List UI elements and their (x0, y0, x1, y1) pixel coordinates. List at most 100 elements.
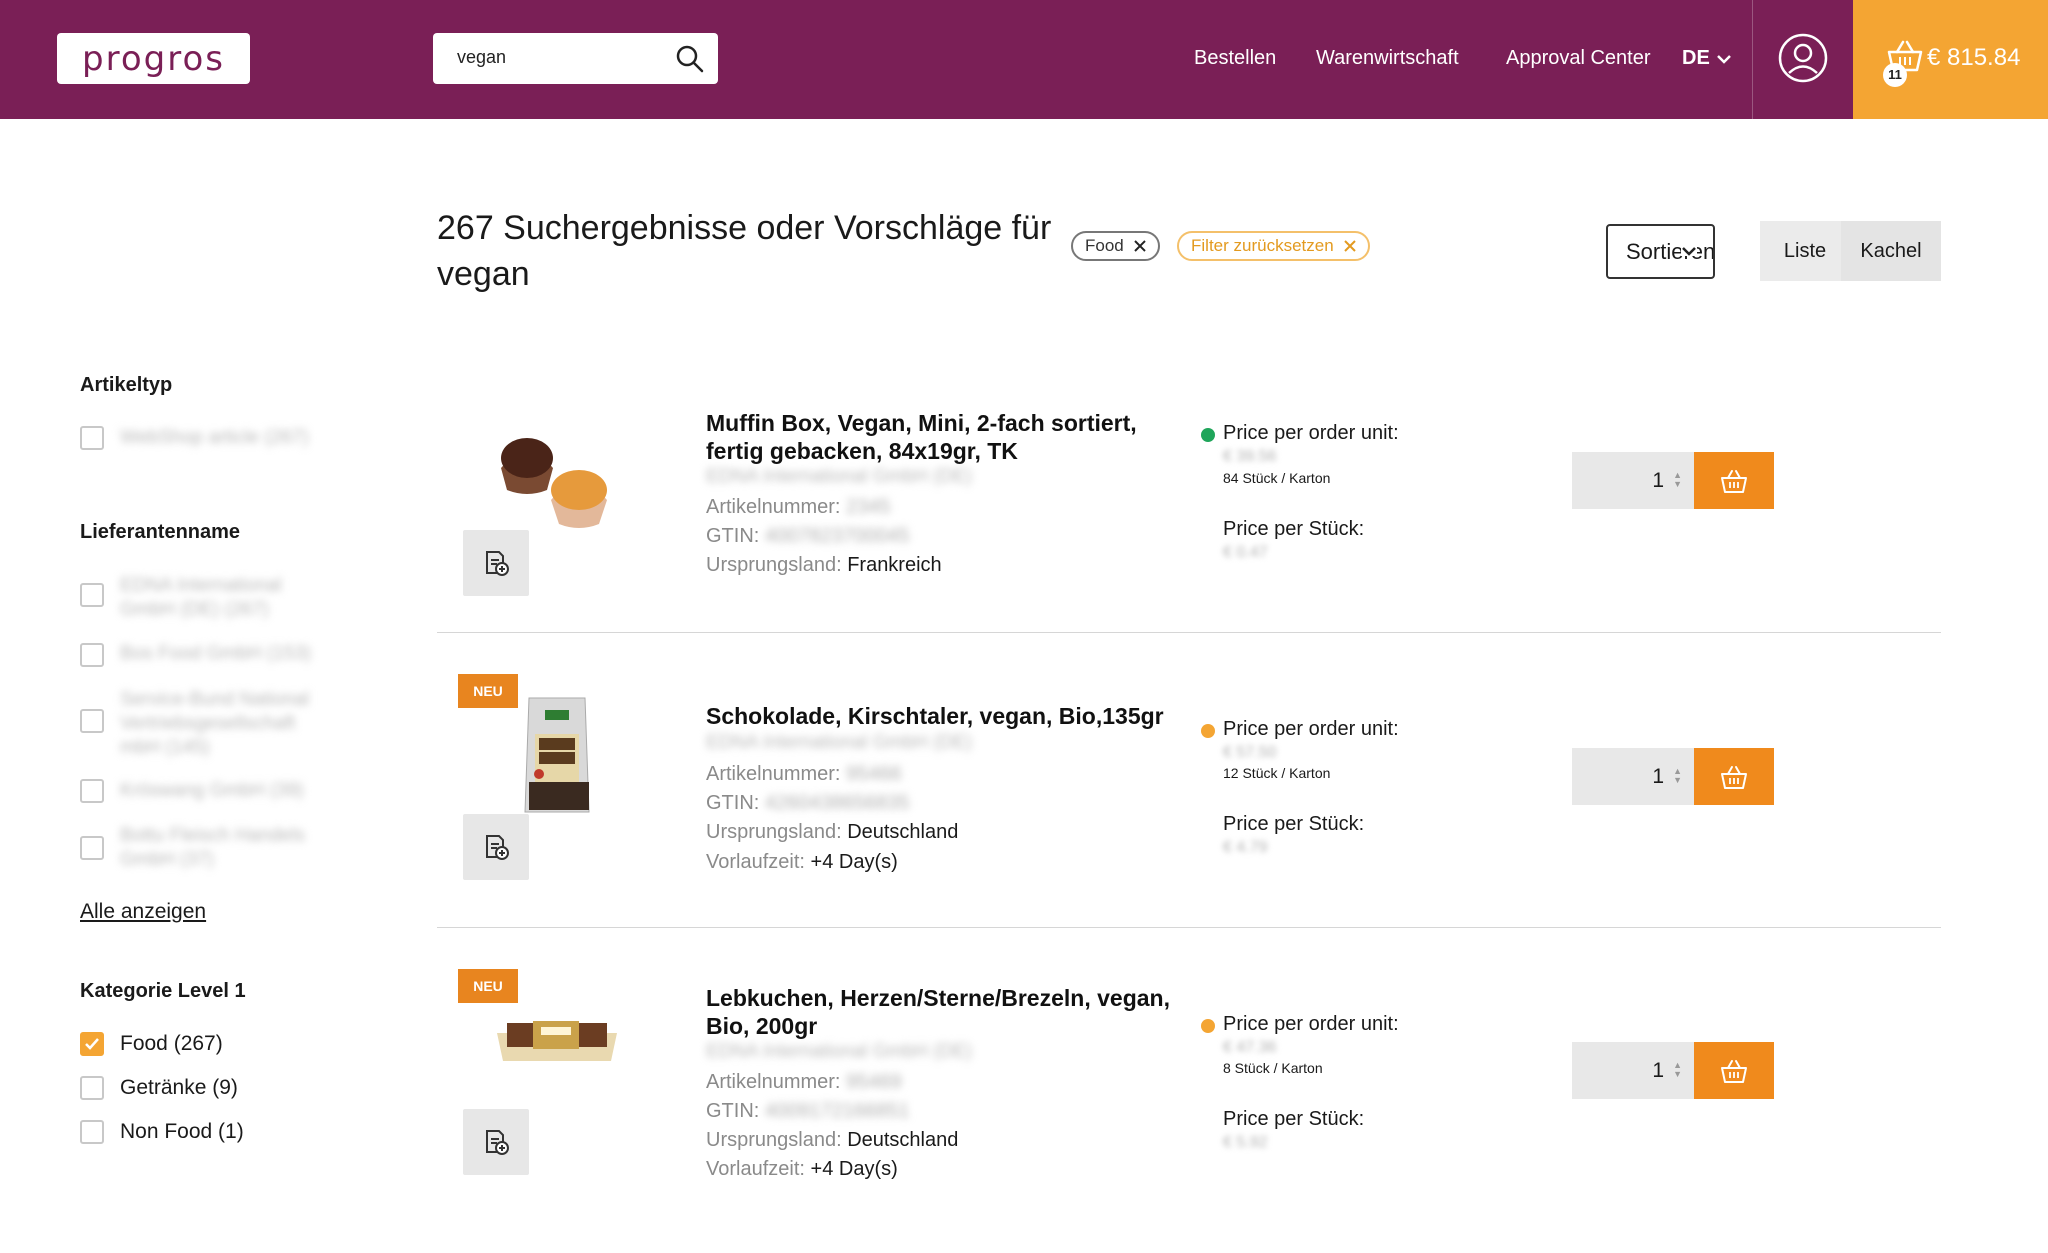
price-order-unit-value: € 39.56 (1223, 448, 1277, 465)
row-divider (437, 927, 1941, 928)
product-name[interactable]: Muffin Box, Vegan, Mini, 2-fach sortiert… (706, 409, 1176, 465)
quantity-stepper[interactable]: ▲ ▼ (1673, 471, 1682, 489)
quantity-value: 1 (1652, 764, 1664, 788)
filter-option-getraenke[interactable]: Getränke (9) (120, 1076, 238, 1100)
product-gtin: GTIN: 4260438656835 (706, 792, 910, 814)
filter-option-label: Kröswang GmbH (39) (120, 780, 304, 801)
chevron-down-icon (1716, 54, 1731, 64)
filter-heading-kategorie: Kategorie Level 1 (80, 980, 246, 1002)
top-header: progros Bestellen Warenwirtschaft Approv… (0, 0, 2048, 119)
sort-dropdown[interactable]: Sortieren (1606, 224, 1715, 279)
product-leadtime: Vorlaufzeit: +4 Day(s) (706, 851, 898, 873)
quantity-value: 1 (1652, 468, 1664, 492)
view-tiles-button[interactable]: Kachel (1841, 221, 1941, 281)
filter-checkbox[interactable] (80, 1120, 104, 1144)
filter-checkbox[interactable] (80, 1076, 104, 1100)
close-icon[interactable] (1134, 240, 1146, 252)
cart-total: € 815.84 (1927, 44, 2021, 71)
product-image-muffins[interactable] (487, 408, 627, 528)
add-to-list-icon (486, 1130, 509, 1155)
filter-option-food[interactable]: Food (267) (120, 1032, 223, 1056)
product-image-kirschtaler[interactable] (487, 694, 627, 814)
filter-checkbox[interactable] (80, 709, 104, 733)
price-piece-label: Price per Stück: (1223, 518, 1365, 540)
nav-bestellen[interactable]: Bestellen (1194, 47, 1276, 70)
progros-logo[interactable]: progros (57, 33, 250, 84)
product-row: Muffin Box, Vegan, Mini, 2-fach sortiert… (437, 380, 1941, 674)
filter-checkbox[interactable] (80, 643, 104, 667)
product-row: NEU Schokolade, Kirschtaler, vegan, Bio,… (437, 664, 1941, 958)
filter-option-label: Service-Bund National Vertriebsgesellsch… (120, 689, 310, 758)
filter-option-label: EDNA International GmbH (DE) (267) (120, 575, 282, 620)
product-image-lebkuchen[interactable] (487, 973, 627, 1093)
filter-option-label: Bos Food GmbH (153) (120, 643, 312, 664)
price-piece-value: € 4.79 (1223, 839, 1268, 856)
price-order-unit-label: Price per order unit: (1223, 1013, 1399, 1035)
product-supplier: EDNA International GmbH (DE) (706, 466, 973, 487)
language-label: DE (1682, 47, 1710, 69)
availability-dot (1201, 724, 1215, 738)
reset-filters-chip[interactable]: Filter zurücksetzen (1177, 231, 1370, 261)
add-to-list-icon (486, 551, 509, 576)
product-name[interactable]: Schokolade, Kirschtaler, vegan, Bio,135g… (706, 702, 1176, 730)
quantity-input[interactable]: 1 ▲ ▼ (1572, 748, 1694, 805)
header-divider (1752, 0, 1753, 119)
active-filter-chip[interactable]: Food (1071, 231, 1160, 261)
product-supplier: EDNA International GmbH (DE) (706, 1041, 973, 1062)
availability-dot (1201, 1019, 1215, 1033)
add-to-cart-button[interactable] (1694, 1042, 1774, 1099)
quantity-input[interactable]: 1 ▲ ▼ (1572, 452, 1694, 509)
basket-icon (1721, 469, 1747, 493)
filter-checkbox-checked[interactable] (80, 1032, 104, 1056)
search-input[interactable] (457, 47, 657, 68)
filter-chip-label: Food (1085, 236, 1124, 255)
product-name[interactable]: Lebkuchen, Herzen/Sterne/Brezeln, vegan,… (706, 984, 1176, 1040)
checkmark-icon (85, 1038, 99, 1050)
price-piece-label: Price per Stück: (1223, 1108, 1365, 1130)
view-list-button[interactable]: Liste (1760, 221, 1850, 281)
filter-heading-artikeltyp: Artikeltyp (80, 374, 173, 396)
row-divider (437, 632, 1941, 633)
product-artikelnummer: Artikelnummer: 95466 (706, 763, 902, 785)
filter-checkbox[interactable] (80, 583, 104, 607)
search-icon[interactable] (674, 43, 706, 75)
quantity-stepper[interactable]: ▲ ▼ (1673, 1061, 1682, 1079)
filter-option-label: Bottu Fleisch Handels GmbH (37) (120, 825, 305, 870)
product-artikelnummer: Artikelnummer: 95469 (706, 1071, 902, 1093)
price-piece-value: € 0.47 (1223, 544, 1268, 561)
nav-warenwirtschaft[interactable]: Warenwirtschaft (1316, 47, 1459, 70)
chevron-down-icon (1681, 246, 1697, 256)
add-to-cart-button[interactable] (1694, 748, 1774, 805)
basket-icon (1721, 1059, 1747, 1083)
product-artikelnummer: Artikelnummer: 2345 (706, 496, 891, 518)
logo-text: progros (82, 38, 225, 79)
price-piece-label: Price per Stück: (1223, 813, 1365, 835)
nav-approval-center[interactable]: Approval Center (1506, 47, 1651, 70)
filter-option-nonfood[interactable]: Non Food (1) (120, 1120, 244, 1144)
filter-checkbox[interactable] (80, 836, 104, 860)
product-row: NEU Lebkuchen, Herzen/Sterne/Brezeln, ve… (437, 959, 1941, 1253)
close-icon[interactable] (1343, 240, 1356, 252)
filter-checkbox[interactable] (80, 779, 104, 803)
product-origin: Ursprungsland: Deutschland (706, 1129, 959, 1151)
price-order-unit-label: Price per order unit: (1223, 422, 1399, 444)
language-selector[interactable]: DE (1682, 47, 1732, 70)
user-account-icon[interactable] (1778, 33, 1828, 83)
order-unit: 12 Stück / Karton (1223, 765, 1331, 781)
availability-dot (1201, 428, 1215, 442)
product-leadtime: Vorlaufzeit: +4 Day(s) (706, 1158, 898, 1180)
add-to-cart-button[interactable] (1694, 452, 1774, 509)
search-box (433, 33, 718, 84)
filter-option-label: WebShop article (267) (120, 427, 309, 448)
show-all-link[interactable]: Alle anzeigen (80, 900, 206, 924)
add-note-button[interactable] (463, 530, 529, 596)
filter-checkbox[interactable] (80, 426, 104, 450)
quantity-input[interactable]: 1 ▲ ▼ (1572, 1042, 1694, 1099)
order-unit: 8 Stück / Karton (1223, 1060, 1323, 1076)
product-gtin: GTIN: 4009172166851 (706, 1100, 910, 1122)
add-note-button[interactable] (463, 814, 529, 880)
product-origin: Ursprungsland: Frankreich (706, 554, 942, 576)
add-note-button[interactable] (463, 1109, 529, 1175)
cart-button[interactable]: 11 € 815.84 (1853, 0, 2048, 119)
quantity-stepper[interactable]: ▲ ▼ (1673, 767, 1682, 785)
